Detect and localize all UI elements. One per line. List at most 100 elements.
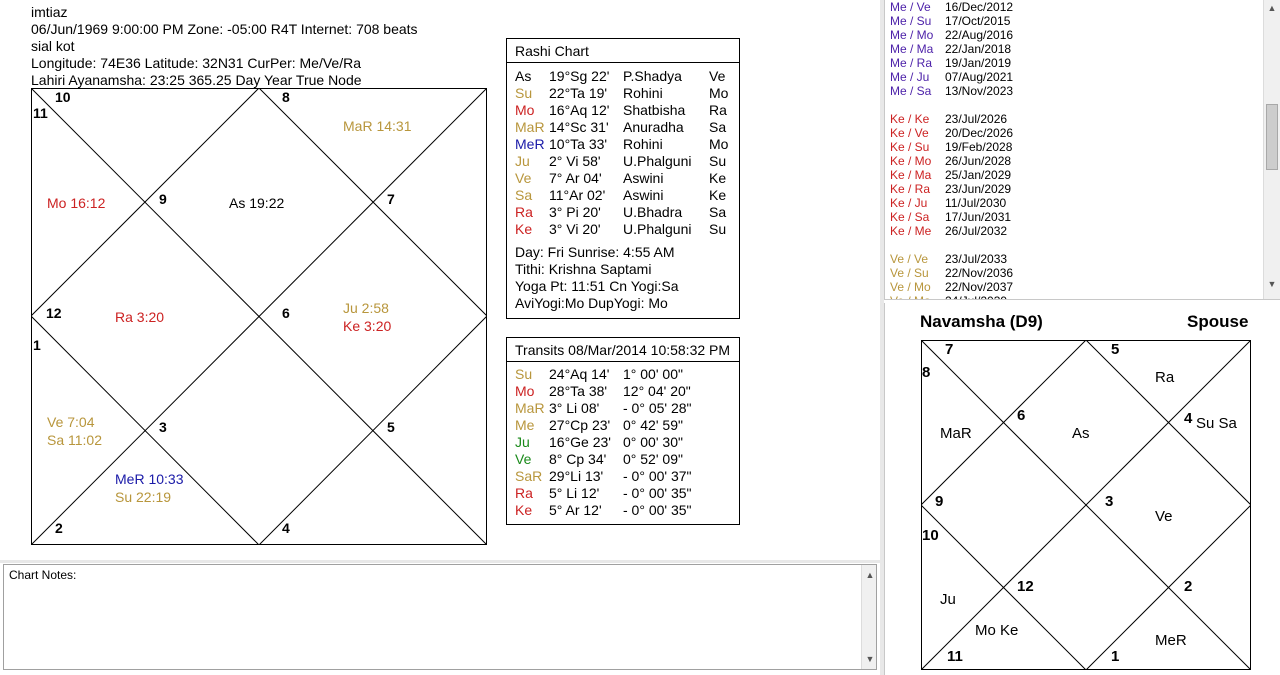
nakshatra: Aswini [623,170,664,186]
dasha-row[interactable]: Ke / Mo 26/Jun/2028 [890,154,1011,168]
d9-planet-mercury: MeR [1155,632,1187,649]
dasha-date: 16/Dec/2012 [945,0,1014,14]
dasha-row[interactable]: Ve / Ma 24/Jul/2039 [890,294,1007,299]
planet-position: 10°Ta 33' [549,136,608,152]
dasha-row[interactable]: Me / Ra 19/Jan/2019 [890,56,1011,70]
planet-abbr: Su [515,85,533,101]
dasha-date: 24/Jul/2039 [945,294,1007,299]
rashi-row: As 19°Sg 22' P.Shadya Ve [515,68,731,85]
rashi-row: MaR 14°Sc 31' Anuradha Sa [515,119,731,136]
rasi-chart[interactable]: 10 11 8 9 7 12 6 1 3 5 2 4 MaR 14:31 Mo … [31,88,487,545]
transit-motion: 0° 52' 09" [623,451,683,467]
navamsha-chart[interactable]: 7 8 5 6 4 9 3 10 12 2 11 1 Ra MaR As Su … [921,340,1251,670]
dasha-row[interactable]: Me / Ma 22/Jan/2018 [890,42,1011,56]
transit-row: Ra 5° Li 12' - 0° 00' 35" [515,485,731,502]
tithi-line: Tithi: Krishna Saptami [515,261,652,277]
rashi-row: MeR 10°Ta 33' Rohini Mo [515,136,731,153]
nakshatra-lord: Su [709,221,727,237]
planet-position: 19°Sg 22' [549,68,610,84]
d9-house-number: 2 [1184,578,1193,595]
dasha-period: Ke / Ve [890,126,929,140]
dasha-row[interactable]: Ve / Su 22/Nov/2036 [890,266,1013,280]
main-chart-panel: imtiaz 06/Jun/1969 9:00:00 PM Zone: -05:… [0,0,880,560]
transit-motion: - 0° 00' 35" [623,502,692,518]
transit-planet: Ke [515,502,533,518]
rasi-planet-mercury: MeR 10:33 [115,471,184,487]
dasha-date: 20/Dec/2026 [945,126,1014,140]
dasha-row[interactable]: Ke / Ve 20/Dec/2026 [890,126,1013,140]
nakshatra: U.Phalguni [623,221,692,237]
dasha-date: 19/Feb/2028 [945,140,1013,154]
rashi-row: Sa 11°Ar 02' Aswini Ke [515,187,731,204]
transit-row: Me 27°Cp 23' 0° 42' 59" [515,417,731,434]
dasha-period: Ke / Sa [890,210,930,224]
scroll-down-arrow-icon[interactable]: ▼ [862,651,878,667]
transit-row: MaR 3° Li 08' - 0° 05' 28" [515,400,731,417]
dasha-period: Ke / Ma [890,168,932,182]
yogi-line: AviYogi:Mo DupYogi: Mo [515,295,668,311]
d9-house-number: 9 [935,493,944,510]
dasha-list-panel[interactable]: Me / Ve 16/Dec/2012 Me / Su 17/Oct/2015 Me /… [884,0,1280,300]
dasha-scrollbar[interactable]: ▲ ▼ [1263,0,1280,299]
rashi-row: Ra 3° Pi 20' U.Bhadra Sa [515,204,731,221]
navamsha-chart-grid [921,340,1251,670]
dasha-period: Ke / Ra [890,182,931,196]
navamsha-panel: Navamsha (D9) Spouse 7 8 5 6 4 9 3 10 12… [884,303,1280,675]
navamsha-title: Navamsha (D9) [920,312,1043,331]
transit-row: SaR 29°Li 13' - 0° 00' 37" [515,468,731,485]
transit-position: 8° Cp 34' [549,451,607,467]
dasha-row[interactable]: Ke / Su 19/Feb/2028 [890,140,1012,154]
dasha-date: 22/Nov/2037 [945,280,1014,294]
rasi-house-number: 12 [46,305,62,321]
dasha-row[interactable]: Ke / Ju 11/Jul/2030 [890,196,1006,210]
scroll-up-arrow-icon[interactable]: ▲ [1264,0,1280,16]
dasha-row[interactable]: Ke / Ra 23/Jun/2029 [890,182,1011,196]
transit-planet: Ju [515,434,530,450]
nakshatra: P.Shadya [623,68,682,84]
rasi-house-number: 3 [159,419,167,435]
planet-position: 16°Aq 12' [549,102,610,118]
chart-notes-input[interactable] [4,565,862,669]
dasha-date: 17/Jun/2031 [945,210,1012,224]
dasha-period: Ve / Su [890,266,929,280]
rasi-house-number: 7 [387,191,395,207]
rasi-chart-grid [31,88,487,545]
dasha-row[interactable]: Ve / Mo 22/Nov/2037 [890,280,1013,294]
nakshatra: U.Bhadra [623,204,683,220]
dasha-period: Ve / Mo [890,280,931,294]
planet-position: 22°Ta 19' [549,85,608,101]
dasha-period: Ke / Me [890,224,932,238]
coordinates-line: Longitude: 74E36 Latitude: 32N31 CurPer:… [31,55,361,71]
nakshatra-lord: Sa [709,119,727,135]
scroll-down-arrow-icon[interactable]: ▼ [1264,276,1280,292]
rasi-ascendant: As 19:22 [229,195,285,211]
transit-motion: 0° 00' 30" [623,434,683,450]
d9-house-number: 5 [1111,341,1120,358]
dasha-row[interactable]: Ve / Ve 23/Jul/2033 [890,252,1007,266]
transit-planet: Me [515,417,535,433]
dasha-row[interactable]: Ke / Ke 23/Jul/2026 [890,112,1007,126]
scroll-up-arrow-icon[interactable]: ▲ [862,567,878,583]
dasha-row[interactable]: Me / Mo 22/Aug/2016 [890,28,1013,42]
ayanamsha-line: Lahiri Ayanamsha: 23:25 365.25 Day Year … [31,72,362,88]
dasha-row[interactable]: Ke / Me 26/Jul/2032 [890,224,1007,238]
dasha-period: Me / Sa [890,84,932,98]
dasha-period: Me / Su [890,14,932,28]
birth-datetime: 06/Jun/1969 9:00:00 PM Zone: -05:00 R4T … [31,21,418,37]
scrollbar-thumb[interactable] [1266,104,1278,170]
dasha-date: 22/Jan/2018 [945,42,1012,56]
dasha-row[interactable]: Ke / Ma 25/Jan/2029 [890,168,1011,182]
notes-scrollbar[interactable]: ▲ ▼ [861,565,876,669]
d9-planet-jupiter: Ju [940,591,956,608]
transit-planet: Mo [515,383,535,399]
dasha-row[interactable]: Ke / Sa 17/Jun/2031 [890,210,1011,224]
d9-house-number: 8 [922,364,931,381]
dasha-row[interactable]: Me / Ju 07/Aug/2021 [890,70,1013,84]
d9-planet-sun-saturn: Su Sa [1196,415,1237,432]
planet-position: 3° Pi 20' [549,204,601,220]
dasha-row[interactable]: Me / Sa 13/Nov/2023 [890,84,1013,98]
transit-motion: 0° 42' 59" [623,417,683,433]
dasha-row[interactable]: Me / Su 17/Oct/2015 [890,14,1010,28]
dasha-row[interactable]: Me / Ve 16/Dec/2012 [890,0,1013,14]
nakshatra: U.Phalguni [623,153,692,169]
